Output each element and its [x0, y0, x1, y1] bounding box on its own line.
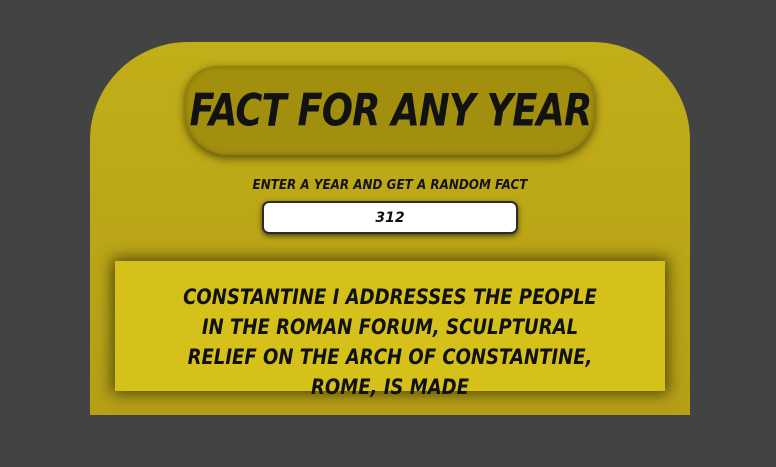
- year-prompt-label: Enter a year and get a random fact: [252, 178, 528, 193]
- fact-card: Fact For Any Year Enter a year and get a…: [90, 42, 690, 415]
- fact-result-box: Constantine I addresses the people in th…: [115, 261, 665, 399]
- year-input[interactable]: [262, 201, 518, 234]
- title-banner: Fact For Any Year: [185, 66, 595, 155]
- page-title: Fact For Any Year: [189, 84, 592, 137]
- fact-text: Constantine I addresses the people in th…: [183, 285, 597, 399]
